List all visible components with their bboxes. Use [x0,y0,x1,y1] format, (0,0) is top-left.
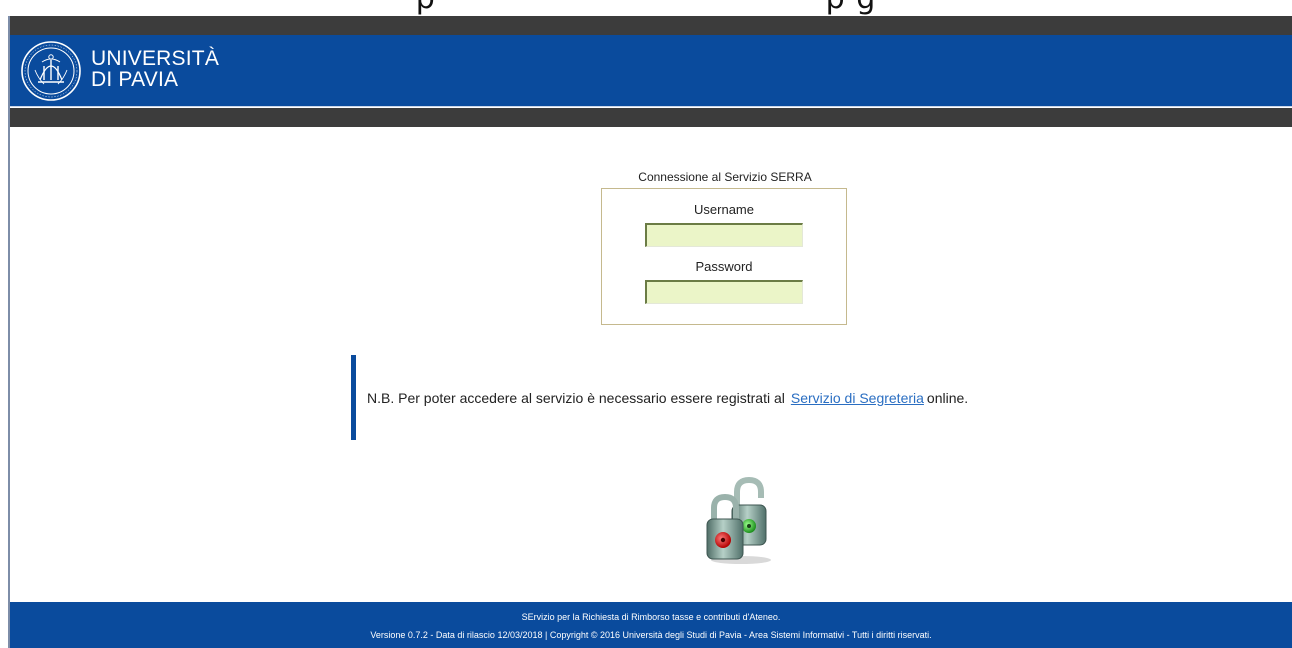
site-header: UNIVERSITÀ DI PAVIA [10,35,1292,107]
notice-accent-bar [351,355,356,440]
username-label: Username [694,202,754,217]
browser-page: UNIVERSITÀ DI PAVIA Connessione al Servi… [8,16,1292,648]
header-bottom-dark-strip [10,108,1292,127]
password-input[interactable] [645,280,803,304]
cropped-page-caption: p p g [0,0,1292,16]
footer-service-name: SErvizio per la Richiesta di Rimborso ta… [521,612,781,622]
username-input[interactable] [645,223,803,247]
notice-text-before: N.B. Per poter accedere al servizio è ne… [367,390,785,406]
top-dark-strip [10,16,1292,35]
notice-text-after: online. [926,390,969,406]
login-form: Username Password [601,188,847,325]
registration-notice: N.B. Per poter accedere al servizio è ne… [367,390,968,406]
padlocks-icon [706,476,771,564]
university-logo-text: UNIVERSITÀ DI PAVIA [91,48,219,90]
footer-copyright: Versione 0.7.2 - Data di rilascio 12/03/… [370,630,932,640]
logo-line-1: UNIVERSITÀ [91,47,220,70]
site-footer: SErvizio per la Richiesta di Rimborso ta… [10,602,1292,648]
logo-line-2: DI PAVIA [91,68,179,91]
segreteria-link[interactable]: Servizio di Segreteria [791,390,924,406]
password-label: Password [695,259,753,274]
login-title: Connessione al Servizio SERRA [638,170,812,184]
university-seal-icon [21,41,81,101]
